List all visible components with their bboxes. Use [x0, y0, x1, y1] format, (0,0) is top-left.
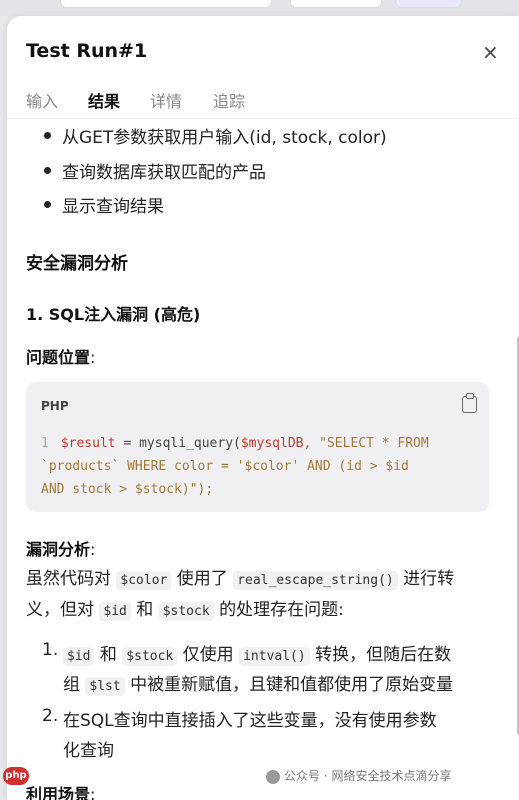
background-toolbar	[0, 0, 519, 16]
text: 使用了	[176, 569, 228, 589]
background-pill	[395, 0, 462, 8]
text: 进行转	[403, 569, 455, 589]
text: 转换，但随后在数	[315, 645, 452, 665]
analysis-label-colon: :	[90, 540, 96, 559]
background-pill	[60, 0, 272, 8]
text: 仅使用	[182, 645, 234, 665]
code-block: PHP 1 $result = mysqli_query($mysqlDB, "S…	[26, 382, 489, 512]
analysis-paragraph-line: 义，但对 $id 和 $stock 的处理存在问题:	[26, 595, 344, 621]
text: 虽然代码对	[26, 569, 111, 589]
inline-code: $color	[116, 571, 172, 590]
inline-code: $id	[99, 602, 131, 621]
list-item: 查询数据库获取匹配的产品	[44, 158, 266, 183]
text: 义，但对	[26, 600, 94, 620]
tab-result[interactable]: 结果	[88, 88, 120, 112]
analysis-label-text: 漏洞分析	[26, 540, 91, 559]
tab-trace[interactable]: 追踪	[213, 88, 245, 112]
list-item: 从GET参数获取用户输入(id, stock, color)	[44, 123, 387, 148]
text: 和	[136, 600, 154, 620]
analysis-paragraph-line: 虽然代码对 $color 使用了 real_escape_string() 进行…	[26, 564, 455, 590]
list-text: $id 和 $stock 仅使用 intval() 转换，但随后在数	[63, 640, 452, 666]
watermark: 公众号 · 网络安全技术点滴分享	[266, 767, 451, 784]
text: 组	[63, 675, 80, 695]
code-token: $mysqlDB	[240, 436, 304, 451]
text: 的处理存在问题:	[219, 600, 344, 620]
analysis-label: 漏洞分析:	[26, 536, 95, 560]
list-text: 化查询	[63, 741, 114, 761]
text: 和	[99, 645, 117, 665]
tab-details[interactable]: 详情	[150, 88, 182, 112]
code-token: AND stock > $stock)");	[41, 482, 214, 497]
wechat-icon	[266, 769, 280, 784]
exploit-label: 利用场景:	[26, 781, 95, 800]
location-label: 问题位置:	[26, 344, 95, 368]
code-line: `products` WHERE color = '$color' AND (i…	[41, 459, 409, 474]
list-item: 显示查询结果	[44, 192, 164, 217]
inline-code: real_escape_string()	[233, 571, 398, 590]
line-number: 1	[41, 436, 49, 451]
list-number: 2.	[42, 706, 59, 726]
exploit-label-colon: :	[90, 785, 96, 800]
list-text: 组 $lst 中被重新赋值，且键和值都使用了原始变量	[63, 670, 454, 696]
code-token: , "SELECT * FROM	[303, 436, 429, 451]
code-language: PHP	[41, 399, 69, 413]
code-token: `products` WHERE color = '$color' AND (i…	[41, 459, 409, 474]
panel-title: Test Run#1	[26, 40, 148, 62]
list-text: 在SQL查询中直接插入了这些变量，没有使用参数	[63, 711, 437, 731]
background-pill	[290, 0, 382, 8]
php-logo: php	[3, 767, 29, 785]
inline-code: $lst	[85, 677, 125, 696]
copy-icon[interactable]	[462, 393, 477, 413]
text: 中被重新赋值，且键和值都使用了原始变量	[130, 675, 454, 695]
code-line: AND stock > $stock)");	[41, 482, 213, 497]
code-token: $result	[60, 436, 116, 451]
test-run-panel: Test Run#1 × 输入 结果 详情 追踪 从GET参数获取用户输入(id…	[7, 16, 519, 800]
tab-input[interactable]: 输入	[26, 88, 58, 112]
code-token: =	[115, 436, 140, 451]
location-label-text: 问题位置	[26, 348, 91, 367]
inline-code: intval()	[239, 647, 310, 666]
exploit-label-text: 利用场景	[26, 785, 91, 800]
code-line: 1 $result = mysqli_query($mysqlDB, "SELEC…	[41, 436, 429, 451]
location-label-colon: :	[90, 348, 96, 367]
vuln-heading: 1. SQL注入漏洞 (高危)	[26, 305, 201, 324]
result-content: 从GET参数获取用户输入(id, stock, color) 查询数据库获取匹配…	[7, 119, 519, 800]
code-token: mysqli_query(	[139, 436, 241, 451]
inline-code: $stock	[158, 602, 214, 621]
list-number: 1.	[42, 640, 59, 660]
inline-code: $stock	[122, 647, 178, 666]
watermark-text: 公众号 · 网络安全技术点滴分享	[284, 769, 452, 783]
inline-code: $id	[63, 647, 95, 666]
section-heading: 安全漏洞分析	[26, 254, 128, 274]
close-icon[interactable]: ×	[482, 40, 499, 64]
